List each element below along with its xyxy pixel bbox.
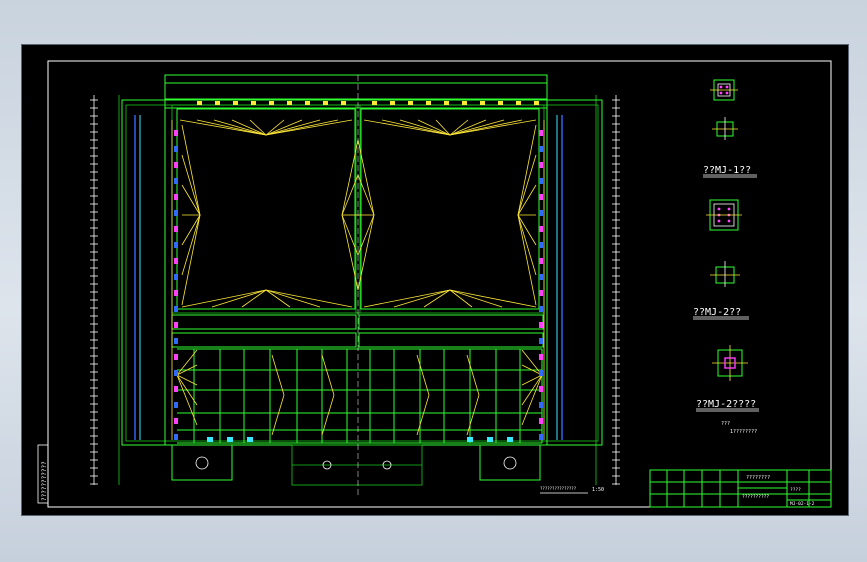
lower-grid[interactable] [177, 348, 543, 444]
note-label: ??? [721, 421, 730, 427]
detail-mj2a[interactable] [712, 345, 748, 381]
detail-3-label: ??MJ-2???? [696, 399, 756, 410]
right-dimension-ruler [595, 95, 620, 485]
upper-right-bay[interactable] [360, 108, 540, 310]
title-sheet-no: MJ-02-1-2 [790, 501, 815, 507]
plan-title: ??????????????? [540, 486, 577, 491]
title-drawing-no: ???? [790, 487, 801, 493]
title-project: ???????? [746, 475, 770, 481]
binding-strip-text: ??????????? [41, 461, 48, 501]
left-dimension-ruler [90, 95, 120, 485]
upper-left-bay[interactable] [176, 108, 356, 310]
detail-2-label: ??MJ-2?? [693, 307, 741, 318]
plan-scale: 1:50 [592, 487, 604, 493]
cad-drawing[interactable]: ??????????? ??????????????? 1:50 ??MJ-1?… [22, 45, 848, 515]
note-text: 1???????? [730, 429, 757, 435]
detail-mj1[interactable] [710, 79, 738, 140]
cad-viewport[interactable]: ??????????? ??????????????? 1:50 ??MJ-1?… [21, 44, 849, 516]
title-drawing-name: ?????????? [742, 494, 769, 500]
detail-mj2[interactable] [706, 199, 742, 287]
main-plan[interactable] [121, 74, 603, 495]
detail-1-label: ??MJ-1?? [703, 165, 751, 176]
column-marks [174, 101, 543, 442]
